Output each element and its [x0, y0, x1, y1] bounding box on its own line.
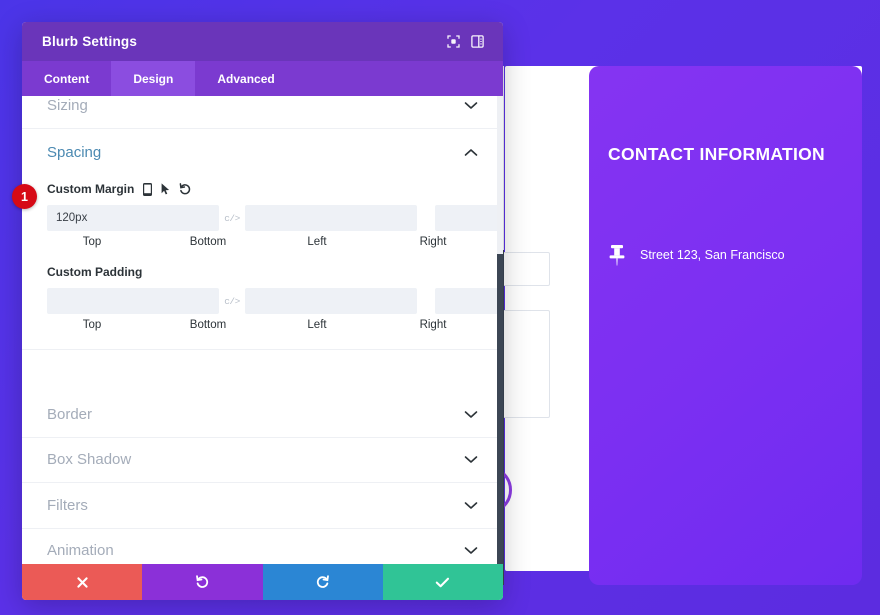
tab-advanced[interactable]: Advanced — [195, 61, 296, 96]
chevron-down-icon — [464, 101, 478, 110]
section-filters-label: Filters — [47, 496, 88, 514]
custom-padding-vertical-pair: c/> — [47, 288, 417, 314]
custom-margin-horizontal-pair: c/> — [435, 205, 503, 231]
custom-margin-vertical-pair: c/> — [47, 205, 417, 231]
caption-bottom: Bottom — [189, 319, 227, 331]
section-sizing-label: Sizing — [47, 97, 88, 114]
section-box-shadow-label: Box Shadow — [47, 451, 132, 469]
link-values-icon[interactable]: c/> — [219, 296, 245, 307]
section-spacing: Spacing Custom Margin 120px c/> Top Bott… — [22, 129, 503, 350]
blurb-settings-modal: Blurb Settings Content Design Advanced S… — [22, 22, 503, 600]
cursor-icon[interactable] — [161, 182, 170, 196]
field-group-custom-margin: Custom Margin 120px c/> Top Bottom Left … — [47, 179, 503, 248]
section-border[interactable]: Border — [22, 392, 503, 438]
contact-information-panel: CONTACT INFORMATION Street 123, San Fran… — [589, 66, 862, 585]
custom-margin-inputs: c/> c/> — [47, 205, 503, 231]
contact-address-text: Street 123, San Francisco — [640, 248, 785, 262]
collapsed-sections-list: Border Box Shadow Filters Animation — [22, 392, 503, 564]
modal-scrollbar[interactable] — [497, 96, 503, 564]
section-animation-label: Animation — [47, 542, 114, 560]
caption-bottom: Bottom — [189, 236, 227, 248]
custom-padding-label: Custom Padding — [47, 265, 143, 279]
step-badge-1: 1 — [12, 184, 37, 209]
layout-toggle-icon[interactable] — [465, 30, 489, 54]
custom-margin-left-input[interactable] — [435, 205, 503, 231]
section-sizing[interactable]: Sizing — [22, 96, 503, 129]
section-animation[interactable]: Animation — [22, 529, 503, 565]
chevron-down-icon — [464, 501, 478, 510]
caption-right: Right — [419, 236, 447, 248]
caption-left: Left — [307, 236, 327, 248]
caption-left: Left — [307, 319, 327, 331]
tab-design[interactable]: Design — [111, 61, 196, 96]
save-button[interactable] — [382, 564, 503, 600]
mobile-icon[interactable] — [143, 182, 153, 196]
map-pin-icon — [608, 244, 626, 266]
expand-icon[interactable] — [441, 30, 465, 54]
contact-address-row: Street 123, San Francisco — [608, 244, 785, 266]
modal-title: Blurb Settings — [42, 34, 138, 49]
redo-button[interactable] — [262, 564, 383, 600]
modal-tabs: Content Design Advanced — [22, 61, 503, 96]
section-border-label: Border — [47, 405, 93, 423]
close-icon — [76, 576, 89, 589]
field-group-custom-padding: Custom Padding c/> c/> — [47, 262, 503, 331]
reset-icon[interactable] — [179, 182, 191, 196]
link-values-icon[interactable]: c/> — [219, 213, 245, 224]
custom-margin-top-input[interactable] — [47, 205, 219, 231]
chevron-down-icon — [464, 455, 478, 464]
section-box-shadow[interactable]: Box Shadow — [22, 438, 503, 483]
section-spacing-header[interactable]: Spacing — [47, 129, 478, 175]
custom-margin-label-row: Custom Margin — [47, 179, 478, 199]
custom-padding-captions: Top Bottom Left Right — [47, 319, 478, 331]
caption-top: Top — [82, 236, 102, 248]
check-icon — [435, 576, 450, 589]
caption-top: Top — [82, 319, 102, 331]
modal-footer — [22, 564, 503, 600]
undo-button[interactable] — [142, 564, 263, 600]
contact-panel-title: CONTACT INFORMATION — [608, 144, 825, 164]
custom-margin-label: Custom Margin — [47, 182, 135, 196]
custom-padding-inputs: c/> c/> — [47, 288, 503, 314]
screen: CONTACT INFORMATION Street 123, San Fran… — [0, 0, 880, 615]
redo-icon — [316, 575, 330, 589]
custom-margin-bottom-input[interactable] — [245, 205, 417, 231]
custom-padding-bottom-input[interactable] — [245, 288, 417, 314]
modal-header: Blurb Settings — [22, 22, 503, 61]
section-filters[interactable]: Filters — [22, 483, 503, 529]
tab-content[interactable]: Content — [22, 61, 111, 96]
modal-body: Sizing Spacing Custom Margin 120px c/> T… — [22, 96, 503, 564]
cancel-button[interactable] — [22, 564, 143, 600]
chevron-down-icon — [464, 410, 478, 419]
chevron-down-icon — [464, 546, 478, 555]
custom-padding-top-input[interactable] — [47, 288, 219, 314]
custom-margin-captions: Top Bottom Left Right — [47, 236, 478, 248]
chevron-up-icon — [464, 148, 478, 157]
undo-icon — [195, 575, 209, 589]
custom-padding-horizontal-pair: c/> — [435, 288, 503, 314]
caption-right: Right — [419, 319, 447, 331]
custom-padding-left-input[interactable] — [435, 288, 503, 314]
modal-scrollbar-thumb[interactable] — [497, 254, 503, 564]
section-spacing-label: Spacing — [47, 143, 102, 161]
custom-padding-label-row: Custom Padding — [47, 262, 478, 282]
